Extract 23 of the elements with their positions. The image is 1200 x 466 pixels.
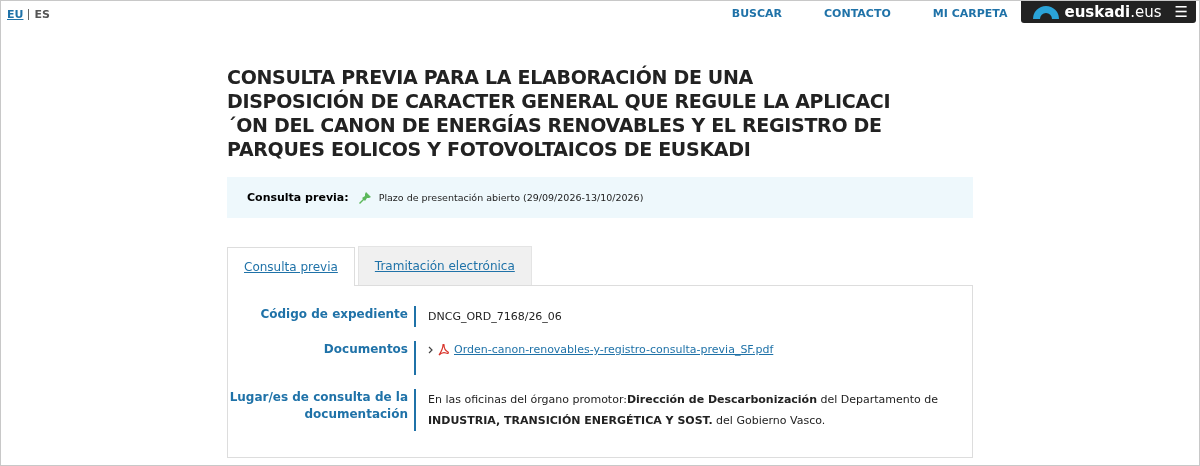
document-link[interactable]: Orden-canon-renovables-y-registro-consulta-previa_SF.pdf — [454, 341, 774, 358]
page-title: CONSULTA PREVIA PARA LA ELABORACIÓN DE UNA DISPOSICIÓN DE CARACTER GENERAL QUE REGULE LA APLICACI ´ON DEL CANON DE ENERGÍAS RENOVABLES Y EL REGISTRO DE PARQUES EOLICOS Y FOTOVOLTAICOS DE EUSKADI — [227, 65, 892, 161]
nav-link[interactable]: MI CARPETA — [932, 4, 1008, 20]
field-value: En las oficinas del órgano promotor:Dirección de Descarbonización del Departamento de INDUSTRIA, TRANSICIÓN ENERGÉTICA Y SOST. del Gobierno Vasco. — [428, 392, 940, 429]
field-label: Código de expediente — [228, 306, 416, 327]
menu-icon[interactable]: ☰ — [1174, 3, 1188, 21]
tab[interactable]: Consulta previa — [227, 247, 355, 286]
chevron-icon — [428, 346, 433, 354]
language-link[interactable]: ES — [34, 8, 50, 21]
nav-link[interactable]: CONTACTO — [824, 4, 891, 20]
arch-icon — [1033, 5, 1060, 19]
pin-icon — [358, 191, 371, 204]
logo-text: euskadi.eus — [1064, 3, 1162, 21]
pdf-icon — [438, 344, 449, 356]
field-label: Lugar/es de consulta de la documentación — [228, 389, 416, 431]
field-value: DNCG_ORD_7168/26_06 — [428, 309, 562, 325]
site-logo[interactable]: euskadi.eus ☰ — [1021, 1, 1196, 23]
tab[interactable]: Tramitación electrónica — [357, 246, 532, 285]
language-link[interactable]: EU — [7, 8, 24, 21]
status-label: Consulta previa: — [247, 191, 349, 204]
nav-link[interactable]: BUSCAR — [731, 4, 783, 20]
status-value: Plazo de presentación abierto (29/09/2026-13/10/2026) — [378, 192, 644, 203]
field-label: Documentos — [228, 341, 416, 375]
